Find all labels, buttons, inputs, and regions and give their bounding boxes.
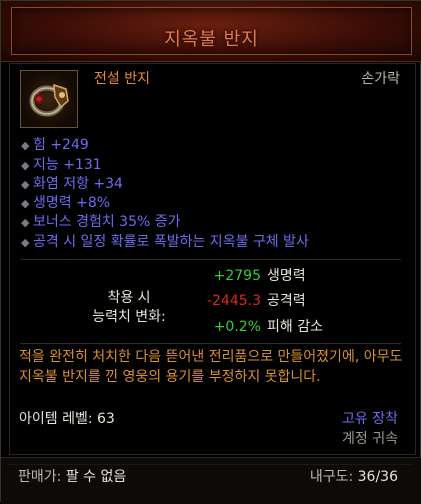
item-slot: 손가락 bbox=[361, 71, 400, 87]
diamond-bullet-icon: ◆ bbox=[21, 197, 30, 210]
item-tooltip: 지옥불 반지 전설 반지 손가락 ◆ 힘 +249 ◆ 지능 +131 ◆ 화염 저항… bbox=[0, 0, 421, 504]
affix-hellfire-orb: ◆ 공격 시 일정 확률로 폭발하는 지옥불 구체 발사 bbox=[21, 233, 309, 252]
affix-text: 보너스 경험치 35% 증가 bbox=[33, 214, 181, 230]
compare-row-damage-reduction: +0.2% 피해 감소 bbox=[206, 318, 323, 337]
affix-text: 힘 +249 bbox=[33, 137, 89, 153]
unique-equipped: 고유 장착 bbox=[342, 411, 398, 427]
diamond-bullet-icon: ◆ bbox=[21, 178, 30, 191]
compare-stat: 생명력 bbox=[267, 268, 306, 284]
compare-value: +2795 bbox=[213, 268, 261, 284]
ring-icon bbox=[20, 70, 78, 128]
item-type: 전설 반지 bbox=[94, 71, 150, 87]
sell-price: 판매가: 팔 수 없음 bbox=[18, 466, 126, 486]
durability: 내구도: 36/36 bbox=[310, 466, 398, 486]
compare-row-life: +2795 생명력 bbox=[206, 267, 306, 286]
item-level: 아이템 레벨: 63 bbox=[19, 411, 115, 427]
affix-text: 지능 +131 bbox=[33, 157, 102, 173]
divider bbox=[20, 343, 401, 344]
compare-stat: 피해 감소 bbox=[267, 319, 323, 335]
compare-row-damage: -2445.3 공격력 bbox=[206, 292, 306, 311]
compare-label-line1: 착용 시 bbox=[107, 290, 151, 306]
compare-label-line2: 능력치 변화: bbox=[92, 309, 166, 325]
footer-divider bbox=[7, 464, 414, 465]
account-bound: 계정 귀속 bbox=[342, 431, 398, 447]
item-title: 지옥불 반지 bbox=[164, 29, 259, 50]
flavor-text: 적을 완전히 처치한 다음 뜯어낸 전리품으로 만들어졌기에, 아무도 지옥불 … bbox=[19, 349, 403, 385]
compare-stat: 공격력 bbox=[267, 293, 306, 309]
affix-text: 생명력 +8% bbox=[33, 195, 111, 211]
diamond-bullet-icon: ◆ bbox=[21, 216, 30, 229]
compare-value: +0.2% bbox=[213, 319, 261, 335]
durability-label: 내구도: bbox=[309, 469, 354, 485]
affix-life: ◆ 생명력 +8% bbox=[21, 194, 110, 213]
diamond-bullet-icon: ◆ bbox=[21, 159, 30, 172]
sell-price-value: 팔 수 없음 bbox=[65, 469, 127, 485]
affix-fire-resist: ◆ 화염 저항 +34 bbox=[21, 175, 123, 194]
affix-strength: ◆ 힘 +249 bbox=[21, 136, 89, 155]
tooltip-header: 지옥불 반지 bbox=[1, 1, 421, 62]
sell-price-label: 판매가: bbox=[18, 469, 62, 485]
affix-text: 화염 저항 +34 bbox=[33, 176, 123, 192]
durability-value: 36/36 bbox=[357, 469, 398, 485]
diamond-bullet-icon: ◆ bbox=[21, 236, 30, 249]
affix-text: 공격 시 일정 확률로 폭발하는 지옥불 구체 발사 bbox=[33, 234, 309, 250]
affix-bonus-xp: ◆ 보너스 경험치 35% 증가 bbox=[21, 213, 181, 232]
diamond-bullet-icon: ◆ bbox=[21, 139, 30, 152]
divider bbox=[20, 259, 401, 260]
compare-value: -2445.3 bbox=[206, 293, 261, 309]
affix-intelligence: ◆ 지능 +131 bbox=[21, 156, 102, 175]
